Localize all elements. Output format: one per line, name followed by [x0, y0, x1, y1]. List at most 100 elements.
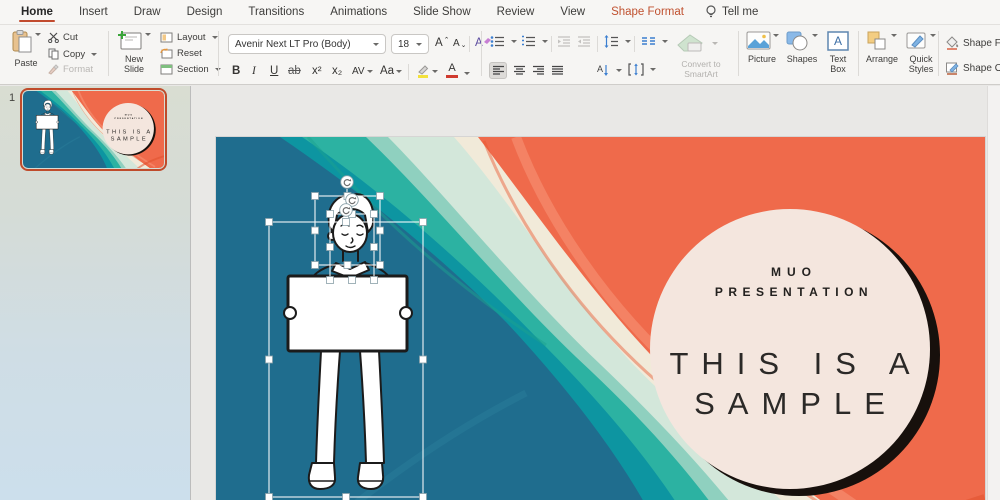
line-spacing-button[interactable] — [604, 35, 631, 48]
ribbon-separator — [738, 31, 739, 76]
columns-button[interactable] — [641, 35, 668, 47]
ribbon-separator — [858, 31, 859, 76]
numbering-icon — [521, 35, 536, 48]
font-color-letter: A — [448, 63, 455, 74]
convert-smartart-label: Convert to SmartArt — [668, 59, 734, 79]
change-case-button[interactable]: Aa — [380, 63, 402, 79]
lightbulb-icon — [705, 5, 717, 19]
tab-view[interactable]: View — [547, 0, 598, 24]
align-center-button[interactable] — [510, 62, 528, 79]
align-right-button[interactable] — [529, 62, 547, 79]
mini-separator — [597, 36, 598, 52]
justify-icon — [551, 65, 564, 76]
tab-design[interactable]: Design — [174, 0, 236, 24]
font-color-button[interactable]: A — [446, 63, 458, 79]
text-box-button[interactable]: A Text Box — [822, 31, 854, 75]
new-slide-label: New Slide — [119, 54, 149, 75]
align-text-caret — [650, 68, 656, 74]
font-name-caret — [373, 43, 379, 49]
new-slide-button[interactable]: New Slide — [113, 30, 155, 75]
shape-fill-icon — [945, 36, 959, 50]
tell-me[interactable]: Tell me — [705, 5, 758, 19]
subscript-button[interactable]: x₂ — [332, 63, 342, 79]
font-name-select[interactable]: Avenir Next LT Pro (Body) — [228, 34, 386, 54]
font-size-select[interactable]: 18 — [391, 34, 429, 54]
tab-shape-format[interactable]: Shape Format — [598, 0, 697, 24]
slide-thumbnail[interactable] — [20, 88, 167, 171]
convert-smartart-button[interactable] — [676, 33, 718, 53]
new-slide-caret — [145, 33, 151, 39]
subscript-label: x₂ — [332, 65, 342, 77]
shrink-font-button[interactable]: A⌄ — [453, 35, 467, 51]
text-direction-button[interactable]: A — [596, 63, 622, 77]
tab-home[interactable]: Home — [8, 0, 66, 24]
vertical-scrollbar[interactable] — [987, 86, 1000, 500]
clear-formatting-button[interactable]: A — [475, 35, 491, 51]
paste-label: Paste — [14, 58, 37, 68]
line-spacing-icon — [604, 35, 619, 48]
format-painter-button[interactable]: Format — [48, 64, 93, 75]
tab-slide-show[interactable]: Slide Show — [400, 0, 484, 24]
paste-caret — [35, 33, 41, 39]
tab-review[interactable]: Review — [484, 0, 548, 24]
font-size-caret — [416, 43, 422, 49]
svg-text:A: A — [597, 64, 603, 74]
picture-button[interactable]: Picture — [743, 31, 781, 64]
shapes-button[interactable]: Shapes — [783, 31, 821, 64]
align-left-button[interactable] — [489, 62, 507, 79]
cut-button[interactable]: Cut — [48, 32, 78, 43]
case-caret — [396, 70, 402, 76]
picture-icon — [746, 31, 771, 50]
grow-font-button[interactable]: A⌃ — [435, 35, 450, 51]
italic-button[interactable]: I — [252, 63, 256, 79]
quick-styles-button[interactable]: Quick Styles — [903, 31, 939, 75]
section-icon — [160, 64, 173, 75]
reset-button[interactable]: Reset — [160, 48, 202, 59]
ribbon: Paste Cut Copy Format — [0, 25, 1000, 85]
layout-button[interactable]: Layout — [160, 32, 218, 43]
copy-button[interactable]: Copy — [48, 48, 97, 60]
selection-handles[interactable] — [266, 193, 427, 500]
section-button[interactable]: Section — [160, 64, 221, 75]
decrease-indent-icon — [557, 35, 571, 48]
tab-transitions[interactable]: Transitions — [235, 0, 317, 24]
tab-animations[interactable]: Animations — [317, 0, 400, 24]
selection-box-face[interactable] — [330, 214, 374, 280]
decrease-indent-button[interactable] — [557, 35, 571, 48]
mini-separator — [634, 36, 635, 52]
bold-button[interactable]: B — [232, 63, 240, 79]
paste-button[interactable]: Paste — [8, 30, 44, 68]
shape-outline-button[interactable]: Shape Outline — [945, 61, 1000, 75]
strikethrough-button[interactable]: ab — [288, 63, 301, 79]
align-right-icon — [532, 65, 545, 76]
reset-label: Reset — [177, 48, 202, 59]
slide-canvas[interactable] — [216, 137, 985, 500]
highlight-color-button[interactable] — [416, 63, 438, 79]
mini-separator — [408, 64, 409, 80]
character-spacing-button[interactable]: AV — [352, 63, 373, 79]
cut-scissors-icon — [48, 32, 59, 43]
underline-button[interactable]: U — [270, 63, 278, 79]
arrange-button[interactable]: Arrange — [863, 31, 901, 64]
increase-indent-button[interactable] — [577, 35, 591, 48]
superscript-label: x² — [312, 65, 322, 77]
tab-draw[interactable]: Draw — [121, 0, 174, 24]
bold-label: B — [232, 65, 240, 77]
numbering-button[interactable] — [521, 35, 548, 48]
menu-bar: Home Insert Draw Design Transitions Anim… — [0, 0, 1000, 25]
slide-number: 1 — [9, 92, 15, 104]
selection-overlay[interactable] — [216, 137, 985, 500]
layout-icon — [160, 32, 173, 43]
align-text-button[interactable] — [628, 63, 656, 76]
svg-text:A: A — [834, 34, 842, 48]
underline-label: U — [270, 65, 278, 77]
copy-caret — [91, 53, 97, 59]
rotate-handle[interactable] — [341, 176, 354, 189]
rotate-handle[interactable] — [340, 204, 353, 217]
superscript-button[interactable]: x² — [312, 63, 322, 79]
bullets-button[interactable] — [490, 35, 517, 48]
new-slide-icon — [117, 30, 143, 52]
tab-insert[interactable]: Insert — [66, 0, 121, 24]
justify-button[interactable] — [548, 62, 566, 79]
shape-fill-button[interactable]: Shape Fill — [945, 36, 1000, 50]
